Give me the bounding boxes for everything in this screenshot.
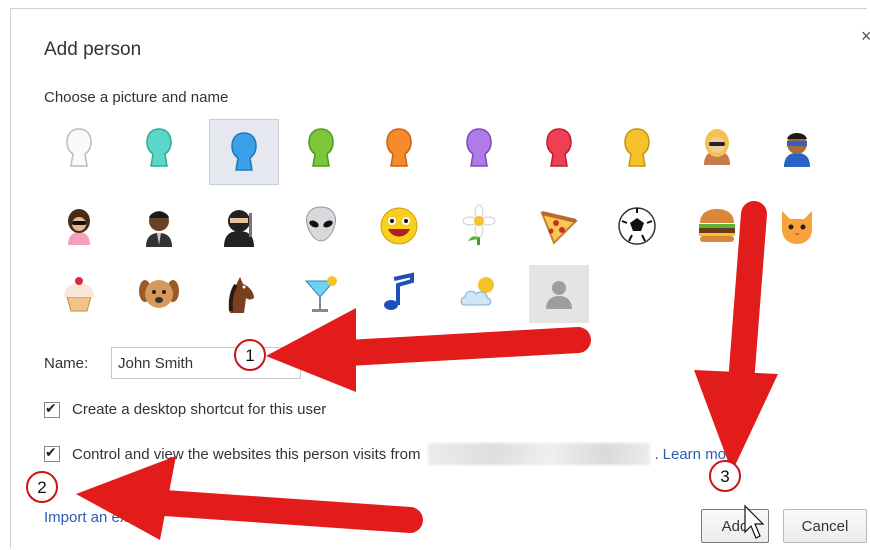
shortcut-option: Create a desktop shortcut for this user [44, 400, 327, 418]
learn-more-prefix: . [654, 445, 659, 463]
avatar-generic-profile-icon[interactable] [529, 265, 589, 323]
avatar-music-note-icon[interactable] [369, 265, 429, 323]
avatar-teal-silhouette-icon[interactable] [129, 119, 189, 177]
avatar-hamburger-icon[interactable] [687, 197, 747, 255]
avatar-orange-cat-icon[interactable] [767, 197, 827, 255]
avatar-yellow-silhouette-icon[interactable] [607, 119, 667, 177]
avatar-ninja-icon[interactable] [209, 197, 269, 255]
avatar-businessman-icon[interactable] [129, 197, 189, 255]
supervise-label: Control and view the websites this perso… [72, 445, 421, 463]
name-input[interactable] [111, 347, 301, 379]
add-button[interactable]: Add [701, 509, 769, 543]
avatar-horse-icon[interactable] [209, 265, 269, 323]
avatar-cupcake-icon[interactable] [49, 265, 109, 323]
dialog-title: Add person [44, 39, 142, 60]
avatar-blonde-woman-icon[interactable] [687, 119, 747, 177]
learn-more-link[interactable]: Learn more [663, 446, 740, 463]
avatar-purple-silhouette-icon[interactable] [449, 119, 509, 177]
avatar-alien-icon[interactable] [291, 197, 351, 255]
avatar-pizza-slice-icon[interactable] [529, 197, 589, 255]
import-supervised-user-link[interactable]: Import an existing [44, 509, 162, 526]
supervise-option: Control and view the websites this perso… [44, 443, 739, 465]
avatar-daisy-flower-icon[interactable] [449, 197, 509, 255]
avatar-orange-silhouette-icon[interactable] [369, 119, 429, 177]
close-icon[interactable]: × [861, 27, 870, 45]
avatar-white-silhouette-icon[interactable] [49, 119, 109, 177]
cancel-button[interactable]: Cancel [783, 509, 867, 543]
avatar-dog-icon[interactable] [129, 265, 189, 323]
avatar-cocktail-glass-icon[interactable] [291, 265, 351, 323]
name-label: Name: [44, 355, 89, 372]
avatar-red-silhouette-icon[interactable] [529, 119, 589, 177]
avatar-green-silhouette-icon[interactable] [291, 119, 351, 177]
avatar-sun-cloud-icon[interactable] [449, 265, 509, 323]
avatar-blue-silhouette-icon[interactable] [209, 119, 279, 185]
supervise-checkbox[interactable] [44, 444, 60, 462]
add-person-dialog: × Add person Choose a picture and name N… [10, 8, 870, 549]
avatar-dark-haired-woman-icon[interactable] [49, 197, 109, 255]
avatar-soccer-ball-icon[interactable] [607, 197, 667, 255]
shortcut-label: Create a desktop shortcut for this user [72, 401, 327, 418]
avatar-smiley-face-icon[interactable] [369, 197, 429, 255]
blurred-account-email [428, 443, 651, 465]
avatar-masked-hero-icon[interactable] [767, 119, 827, 177]
shortcut-checkbox[interactable] [44, 400, 60, 418]
dialog-subtitle: Choose a picture and name [44, 89, 229, 106]
